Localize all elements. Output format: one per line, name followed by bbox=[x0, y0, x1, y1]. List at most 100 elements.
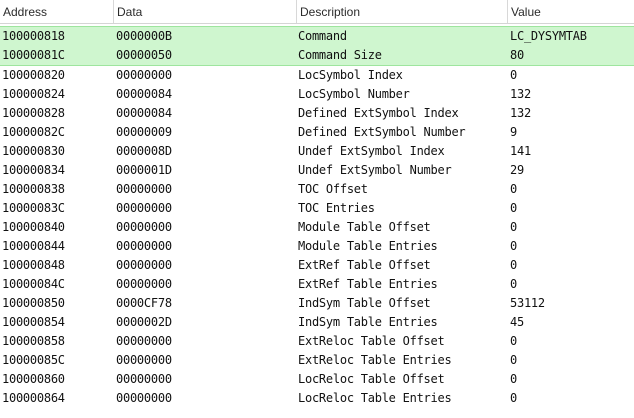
column-header-value[interactable]: Value bbox=[507, 0, 634, 23]
cell-value: 80 bbox=[510, 48, 524, 62]
cell-data: 00000000 bbox=[116, 220, 172, 234]
cell-data: 00000000 bbox=[116, 182, 172, 196]
cell-value: 132 bbox=[510, 106, 531, 120]
table-header: Address Data Description Value bbox=[0, 0, 634, 24]
cell-data: 0000002D bbox=[116, 315, 172, 329]
cell-description: Command bbox=[298, 29, 347, 43]
cell-value: 0 bbox=[510, 391, 517, 405]
cell-data: 0000CF78 bbox=[116, 296, 172, 310]
cell-description: Undef ExtSymbol Index bbox=[298, 144, 445, 158]
cell-value: 0 bbox=[510, 334, 517, 348]
cell-data: 00000000 bbox=[116, 334, 172, 348]
cell-data: 00000000 bbox=[116, 239, 172, 253]
cell-address: 100000820 bbox=[2, 68, 65, 82]
table-row[interactable]: 100000818 0000000B Command LC_DYSYMTAB bbox=[0, 26, 634, 46]
cell-description: Module Table Entries bbox=[298, 239, 438, 253]
table-row[interactable]: 100000854 0000002D IndSym Table Entries 45 bbox=[0, 313, 634, 332]
column-header-data[interactable]: Data bbox=[113, 0, 296, 23]
table-row[interactable]: 100000820 00000000 LocSymbol Index 0 bbox=[0, 66, 634, 85]
cell-data: 00000050 bbox=[116, 48, 172, 62]
cell-data: 00000000 bbox=[116, 353, 172, 367]
cell-data: 0000000B bbox=[116, 29, 172, 43]
cell-value: 45 bbox=[510, 315, 524, 329]
cell-description: IndSym Table Offset bbox=[298, 296, 431, 310]
table-row[interactable]: 100000834 0000001D Undef ExtSymbol Number 2… bbox=[0, 161, 634, 180]
cell-value: LC_DYSYMTAB bbox=[510, 29, 587, 43]
cell-data: 00000009 bbox=[116, 125, 172, 139]
cell-address: 100000838 bbox=[2, 182, 65, 196]
cell-data: 00000084 bbox=[116, 106, 172, 120]
cell-address: 100000818 bbox=[2, 29, 65, 43]
table-row[interactable]: 100000844 00000000 Module Table Entries 0 bbox=[0, 237, 634, 256]
cell-value: 0 bbox=[510, 182, 517, 196]
cell-value: 0 bbox=[510, 239, 517, 253]
cell-description: ExtReloc Table Offset bbox=[298, 334, 445, 348]
cell-address: 100000864 bbox=[2, 391, 65, 405]
cell-address: 100000854 bbox=[2, 315, 65, 329]
cell-description: Defined ExtSymbol Number bbox=[298, 125, 466, 139]
cell-data: 00000000 bbox=[116, 372, 172, 386]
cell-value: 0 bbox=[510, 68, 517, 82]
cell-description: Module Table Offset bbox=[298, 220, 431, 234]
cell-data: 0000008D bbox=[116, 144, 172, 158]
cell-address: 100000844 bbox=[2, 239, 65, 253]
cell-description: Defined ExtSymbol Index bbox=[298, 106, 459, 120]
cell-value: 53112 bbox=[510, 296, 545, 310]
cell-description: LocSymbol Index bbox=[298, 68, 403, 82]
table-row[interactable]: 100000860 00000000 LocReloc Table Offset 0 bbox=[0, 370, 634, 389]
table-row[interactable]: 100000858 00000000 ExtReloc Table Offset 0 bbox=[0, 332, 634, 351]
cell-value: 132 bbox=[510, 87, 531, 101]
table-row[interactable]: 100000840 00000000 Module Table Offset 0 bbox=[0, 218, 634, 237]
cell-address: 100000824 bbox=[2, 87, 65, 101]
cell-data: 00000000 bbox=[116, 68, 172, 82]
cell-description: Undef ExtSymbol Number bbox=[298, 163, 452, 177]
cell-address: 100000848 bbox=[2, 258, 65, 272]
cell-data: 00000000 bbox=[116, 258, 172, 272]
cell-address: 100000830 bbox=[2, 144, 65, 158]
cell-data: 00000000 bbox=[116, 201, 172, 215]
table-row[interactable]: 100000828 00000084 Defined ExtSymbol Index… bbox=[0, 104, 634, 123]
cell-description: LocReloc Table Entries bbox=[298, 391, 452, 405]
load-command-table[interactable]: Address Data Description Value 100000818… bbox=[0, 0, 634, 418]
table-row[interactable]: 10000085C 00000000 ExtReloc Table Entries 0 bbox=[0, 351, 634, 370]
cell-value: 0 bbox=[510, 201, 517, 215]
table-row[interactable]: 100000850 0000CF78 IndSym Table Offset 5311… bbox=[0, 294, 634, 313]
table-row[interactable]: 100000830 0000008D Undef ExtSymbol Index 14… bbox=[0, 142, 634, 161]
cell-description: IndSym Table Entries bbox=[298, 315, 438, 329]
table-row[interactable]: 10000081C 00000050 Command Size 80 bbox=[0, 46, 634, 66]
cell-data: 00000084 bbox=[116, 87, 172, 101]
table-row[interactable]: 10000083C 00000000 TOC Entries 0 bbox=[0, 199, 634, 218]
cell-value: 141 bbox=[510, 144, 531, 158]
cell-description: TOC Offset bbox=[298, 182, 368, 196]
column-header-description[interactable]: Description bbox=[296, 0, 507, 23]
cell-description: ExtRef Table Entries bbox=[298, 277, 438, 291]
cell-address: 100000858 bbox=[2, 334, 65, 348]
cell-description: Command Size bbox=[298, 48, 382, 62]
cell-address: 100000834 bbox=[2, 163, 65, 177]
cell-description: LocSymbol Number bbox=[298, 87, 410, 101]
cell-value: 29 bbox=[510, 163, 524, 177]
cell-address: 10000081C bbox=[2, 48, 65, 62]
cell-data: 00000000 bbox=[116, 277, 172, 291]
cell-value: 0 bbox=[510, 372, 517, 386]
cell-address: 100000860 bbox=[2, 372, 65, 386]
column-header-address[interactable]: Address bbox=[0, 0, 113, 23]
cell-value: 9 bbox=[510, 125, 517, 139]
table-row[interactable]: 100000824 00000084 LocSymbol Number 132 bbox=[0, 85, 634, 104]
cell-description: LocReloc Table Offset bbox=[298, 372, 445, 386]
cell-address: 10000083C bbox=[2, 201, 65, 215]
table-row[interactable]: 10000084C 00000000 ExtRef Table Entries 0 bbox=[0, 275, 634, 294]
table-body: 100000818 0000000B Command LC_DYSYMTAB 10000… bbox=[0, 26, 634, 408]
cell-address: 10000085C bbox=[2, 353, 65, 367]
table-row[interactable]: 100000838 00000000 TOC Offset 0 bbox=[0, 180, 634, 199]
cell-value: 0 bbox=[510, 220, 517, 234]
cell-value: 0 bbox=[510, 258, 517, 272]
cell-value: 0 bbox=[510, 353, 517, 367]
cell-address: 100000850 bbox=[2, 296, 65, 310]
cell-description: ExtReloc Table Entries bbox=[298, 353, 452, 367]
table-row[interactable]: 100000864 00000000 LocReloc Table Entries 0 bbox=[0, 389, 634, 408]
table-row[interactable]: 100000848 00000000 ExtRef Table Offset 0 bbox=[0, 256, 634, 275]
table-row[interactable]: 10000082C 00000009 Defined ExtSymbol Numbe… bbox=[0, 123, 634, 142]
cell-data: 00000000 bbox=[116, 391, 172, 405]
cell-address: 100000840 bbox=[2, 220, 65, 234]
